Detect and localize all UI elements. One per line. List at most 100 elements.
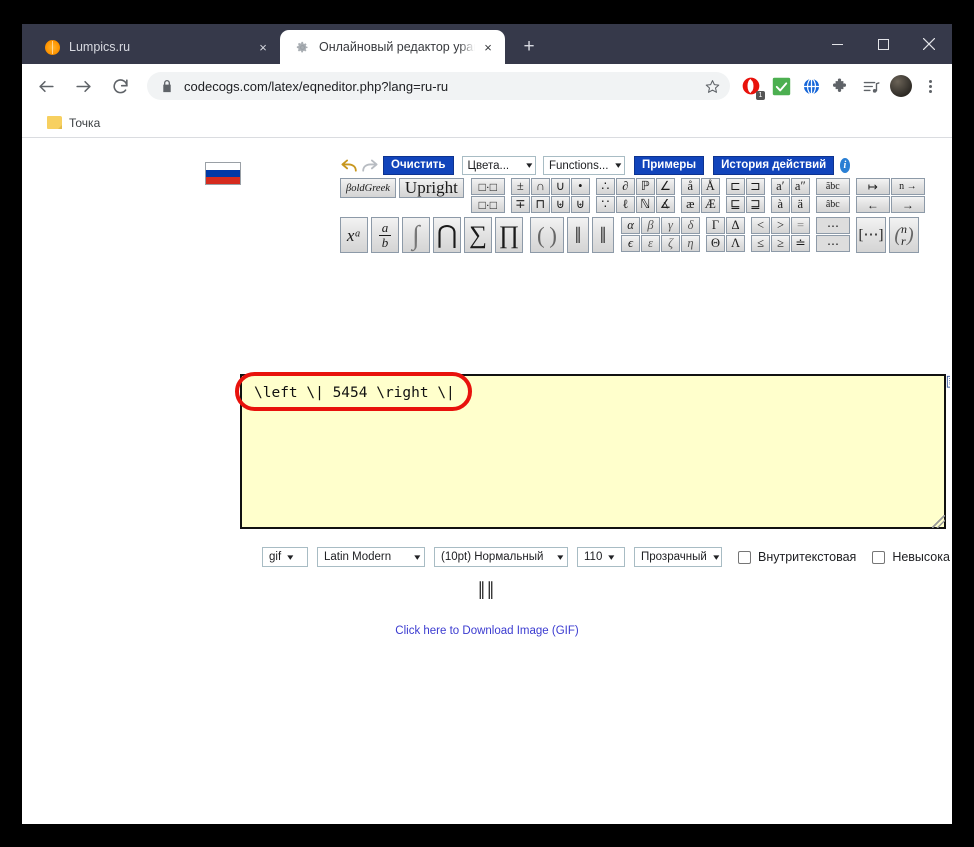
lowres-checkbox[interactable] [872, 551, 885, 564]
functions-select[interactable]: Functions... ▾ [543, 156, 625, 175]
sym-binomial[interactable]: ( nr ) [889, 217, 919, 253]
format-select[interactable]: gif ▾ [262, 547, 308, 567]
tab-close-icon[interactable]: × [479, 38, 497, 56]
sym-integral[interactable]: ∫ [402, 217, 430, 253]
upright-button[interactable]: Upright [399, 178, 464, 198]
sym-sub-sup-2[interactable]: □·□ [471, 196, 505, 213]
background-select[interactable]: Прозрачный ▾ [634, 547, 722, 567]
three-dots-menu-icon[interactable] [918, 73, 942, 99]
sym-plusminus[interactable]: ± [511, 178, 530, 195]
sym-sqcap[interactable]: ⊓ [531, 196, 550, 213]
avatar[interactable] [888, 73, 914, 99]
forward-button[interactable] [67, 70, 99, 102]
minimize-button[interactable] [814, 24, 860, 64]
puzzle-extensions-icon[interactable] [828, 73, 854, 99]
sym-cdots-2[interactable]: ⋯ [816, 235, 850, 252]
sym-because[interactable]: ∵ [596, 196, 615, 213]
sym-leq[interactable]: ≤ [751, 235, 770, 252]
sym-Gamma[interactable]: Γ [706, 217, 725, 234]
examples-button[interactable]: Примеры [634, 156, 704, 175]
sym-bigcap[interactable]: ⋂ [433, 217, 461, 253]
clear-button[interactable]: Очистить [383, 156, 454, 175]
sym-less[interactable]: < [751, 217, 770, 234]
close-button[interactable] [906, 24, 952, 64]
sym-delta[interactable]: δ [681, 217, 700, 234]
sym-uplus[interactable]: ⊎ [551, 196, 570, 213]
sym-rightarrow[interactable]: → [891, 196, 925, 213]
back-button[interactable] [30, 70, 62, 102]
sym-widehat-abc[interactable]: âbc [816, 196, 850, 213]
sym-matrix-bracket[interactable]: [⋯] [856, 217, 886, 253]
sym-sqsubset[interactable]: ⊏ [726, 178, 745, 195]
sym-zeta[interactable]: ζ [661, 235, 680, 252]
sym-biguplus[interactable]: ⊎ [571, 196, 590, 213]
sym-geq[interactable]: ≥ [771, 235, 790, 252]
sym-Aring[interactable]: Å [701, 178, 720, 195]
sym-mapsto[interactable]: ↦ [856, 178, 890, 195]
sym-beta[interactable]: β [641, 217, 660, 234]
sym-doteq[interactable]: ≐ [791, 235, 810, 252]
sym-measured-angle[interactable]: ∡ [656, 196, 675, 213]
inline-checkbox-group[interactable]: Внутритекстовая [738, 550, 856, 564]
sym-umlaut-accent[interactable]: ä [791, 196, 810, 213]
browser-tab-codecogs[interactable]: Онлайновый редактор уравнен × [280, 30, 505, 64]
sym-therefore[interactable]: ∴ [596, 178, 615, 195]
sym-Lambda[interactable]: Λ [726, 235, 745, 252]
maximize-button[interactable] [860, 24, 906, 64]
sym-dprime[interactable]: a″ [791, 178, 810, 195]
sym-sum[interactable]: ∑ [464, 217, 492, 253]
sym-cap[interactable]: ∩ [531, 178, 550, 195]
reload-button[interactable] [104, 70, 136, 102]
globe-icon[interactable] [798, 73, 824, 99]
inline-checkbox[interactable] [738, 551, 751, 564]
sym-blackboard-n[interactable]: ℕ [636, 196, 655, 213]
sym-epsilon[interactable]: ϵ [621, 235, 640, 252]
checkmark-icon[interactable] [768, 73, 794, 99]
textarea-resize-grip[interactable] [932, 515, 945, 528]
redo-icon[interactable] [360, 157, 379, 175]
latex-textarea[interactable]: \left \| 5454 \right \| [240, 374, 946, 529]
sym-dot-accent[interactable]: à [771, 196, 790, 213]
sym-minusplus[interactable]: ∓ [511, 196, 530, 213]
sym-greater[interactable]: > [771, 217, 790, 234]
sym-ae[interactable]: æ [681, 196, 700, 213]
sym-vert-bars[interactable]: ‖ [592, 217, 614, 253]
sym-angle[interactable]: ∠ [656, 178, 675, 195]
sym-partial[interactable]: ∂ [616, 178, 635, 195]
sym-Delta[interactable]: Δ [726, 217, 745, 234]
sym-bullet[interactable]: • [571, 178, 590, 195]
address-bar[interactable]: codecogs.com/latex/eqneditor.php?lang=ru… [147, 72, 730, 100]
info-icon[interactable]: i [840, 158, 850, 173]
sym-prime[interactable]: a′ [771, 178, 790, 195]
sym-sqsubseteq[interactable]: ⊑ [726, 196, 745, 213]
playlist-music-icon[interactable] [858, 73, 884, 99]
bookmark-folder-tochka[interactable]: Точка [40, 113, 107, 133]
boldgreek-button[interactable]: βoldGreek [340, 178, 396, 198]
sym-product[interactable]: ∏ [495, 217, 523, 253]
new-tab-button[interactable]: + [515, 33, 543, 61]
tab-close-icon[interactable]: × [254, 38, 272, 56]
latex-input-area[interactable]: \left \| 5454 \right \| [240, 374, 946, 529]
download-image-link[interactable]: Click here to Download Image (GIF) [22, 625, 952, 637]
sym-sqsupset[interactable]: ⊐ [746, 178, 765, 195]
sym-eta[interactable]: η [681, 235, 700, 252]
sym-Theta[interactable]: Θ [706, 235, 725, 252]
bookmark-star-icon[interactable] [700, 74, 724, 98]
sym-sub-sup-1[interactable]: □·□ [471, 178, 505, 195]
opera-vpn-icon[interactable]: 1 [738, 73, 764, 99]
sym-ell[interactable]: ℓ [616, 196, 635, 213]
sym-aring[interactable]: å [681, 178, 700, 195]
sym-double-vert[interactable]: ‖ [567, 217, 589, 253]
sym-AE[interactable]: Æ [701, 196, 720, 213]
sym-cdots-1[interactable]: ⋯ [816, 217, 850, 234]
size-select[interactable]: (10pt) Нормальный ▾ [434, 547, 568, 567]
font-select[interactable]: Latin Modern ▾ [317, 547, 425, 567]
sym-widetilde-abc[interactable]: ãbc [816, 178, 850, 195]
colors-select[interactable]: Цвета... ▾ [462, 156, 536, 175]
russian-flag-icon[interactable] [205, 162, 241, 185]
sym-parentheses[interactable]: ( ) [530, 217, 564, 253]
lowres-checkbox-group[interactable]: Невысокая [872, 550, 952, 564]
sym-cup[interactable]: ∪ [551, 178, 570, 195]
sym-n-rightarrow[interactable]: n → [891, 178, 925, 195]
sym-alpha[interactable]: α [621, 217, 640, 234]
